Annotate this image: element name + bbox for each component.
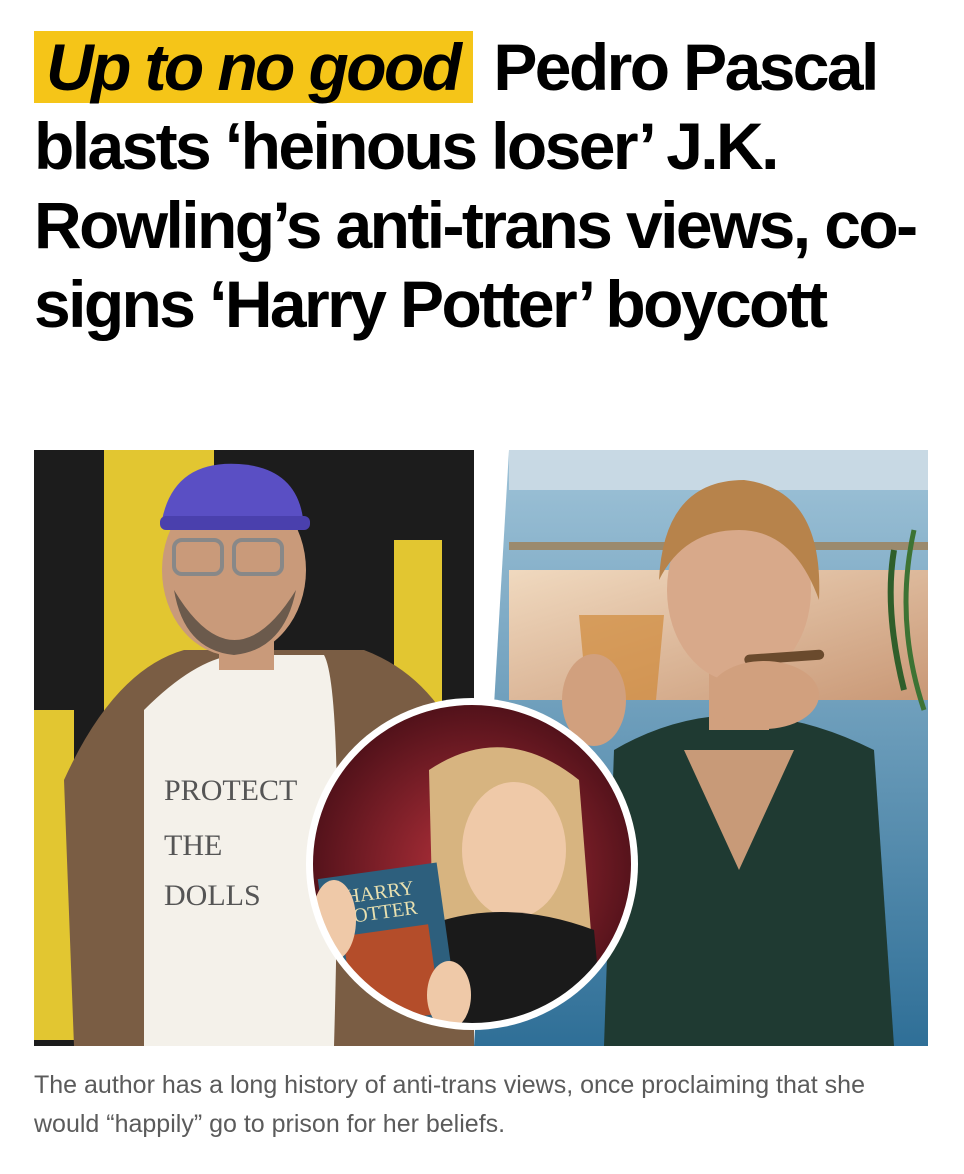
photo-collage: PROTECT THE DOLLS HARRY POTTER [34,450,928,1046]
headline[interactable]: Up to no good Pedro Pascal blasts ‘heinou… [34,28,934,344]
photo-caption: The author has a long history of anti-tr… [34,1071,865,1138]
article-photo[interactable]: PROTECT THE DOLLS HARRY POTTER [34,450,928,1046]
article: Up to no good Pedro Pascal blasts ‘heinou… [0,0,964,1174]
kicker-label[interactable]: Up to no good [34,31,474,103]
shirt-text-line-2: THE [164,829,222,862]
shirt-text-line-1: PROTECT [164,774,297,807]
shirt-text-line-3: DOLLS [164,879,261,912]
